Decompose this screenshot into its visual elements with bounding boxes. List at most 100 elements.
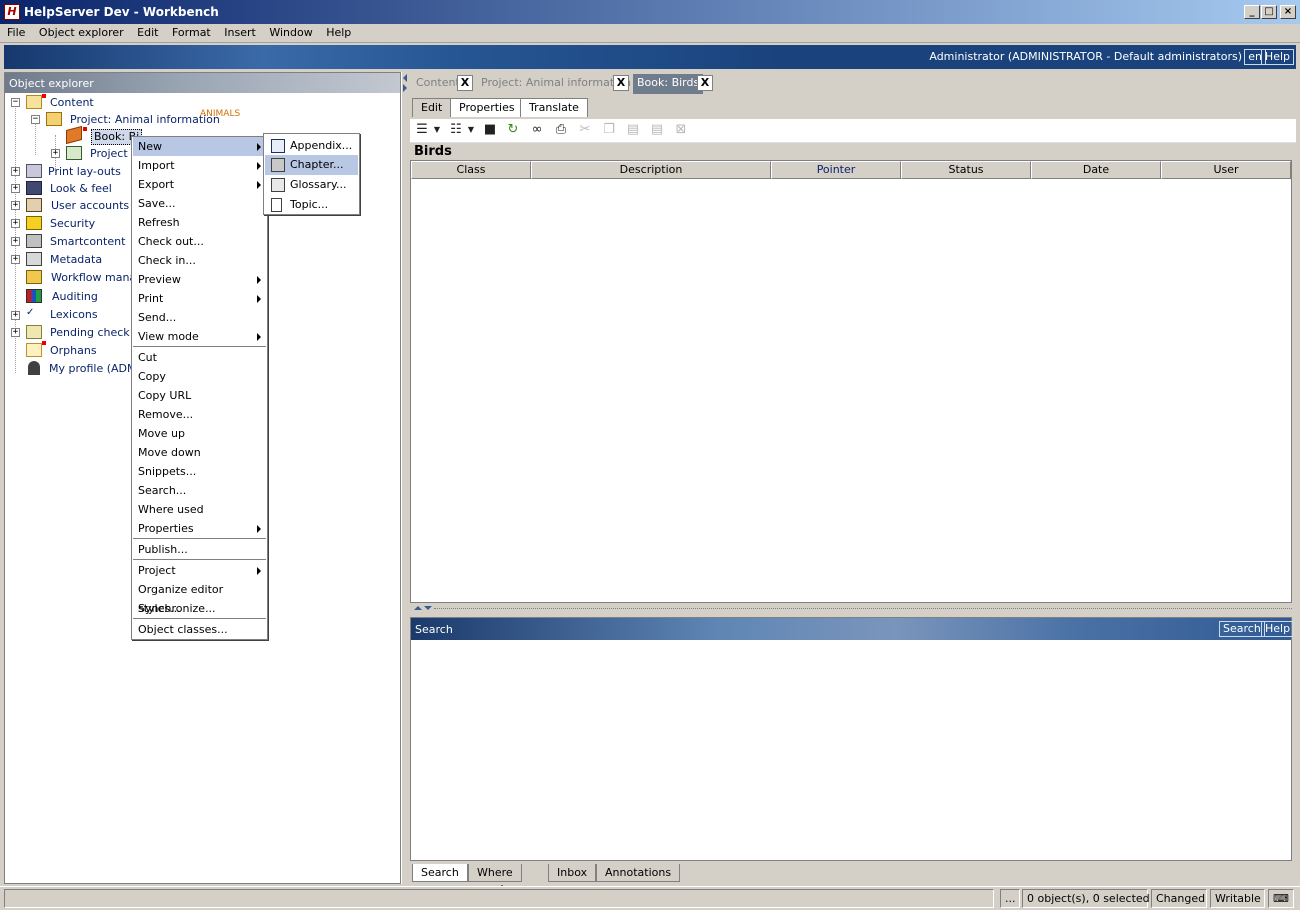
menu-item-check-out[interactable]: Check out... xyxy=(133,232,266,251)
menu-item-project[interactable]: Project xyxy=(133,561,266,580)
tree-node-user-accounts[interactable]: User accounts xyxy=(51,198,129,214)
submenu-item-topic[interactable]: Topic... xyxy=(265,195,358,215)
tree-node-metadata[interactable]: Metadata xyxy=(50,252,102,268)
expand-print-layouts-toggle[interactable]: + xyxy=(11,167,20,176)
menu-item-move-down[interactable]: Move down xyxy=(133,443,266,462)
menu-item-import[interactable]: Import xyxy=(133,156,266,175)
expand-metadata-toggle[interactable]: + xyxy=(11,255,20,264)
menu-window[interactable]: Window xyxy=(264,24,317,42)
close-tab-book-button[interactable]: X xyxy=(697,75,713,91)
close-tab-project-button[interactable]: X xyxy=(613,75,629,91)
menu-item-new[interactable]: New xyxy=(133,137,266,156)
menu-item-remove[interactable]: Remove... xyxy=(133,405,266,424)
submenu-item-appendix[interactable]: Appendix... xyxy=(265,136,358,156)
vertical-splitter[interactable] xyxy=(401,72,409,884)
print-icon[interactable]: ⎙ xyxy=(550,120,572,141)
menu-object-explorer[interactable]: Object explorer xyxy=(34,24,129,42)
menu-item-copy-url[interactable]: Copy URL xyxy=(133,386,266,405)
refresh-icon[interactable]: ↻ xyxy=(502,120,524,141)
menu-item-check-in[interactable]: Check in... xyxy=(133,251,266,270)
tree-node-print-layouts[interactable]: Print lay-outs xyxy=(48,164,121,180)
move-up-icon[interactable]: ▤ xyxy=(622,120,644,141)
menu-file[interactable]: File xyxy=(0,24,30,42)
close-button[interactable]: × xyxy=(1280,5,1296,19)
menu-item-export[interactable]: Export xyxy=(133,175,266,194)
menu-item-preview[interactable]: Preview xyxy=(133,270,266,289)
move-down-icon[interactable]: ▤ xyxy=(646,120,668,141)
tab-translate[interactable]: Translate xyxy=(520,98,588,117)
menu-item-search[interactable]: Search... xyxy=(133,481,266,500)
tab-where-used[interactable]: Where used xyxy=(468,864,522,896)
collapse-project-toggle[interactable]: − xyxy=(31,115,40,124)
tree-node-security[interactable]: Security xyxy=(50,216,95,232)
tree-node-pending[interactable]: Pending check o xyxy=(50,325,140,341)
tree-node-lexicons[interactable]: Lexicons xyxy=(50,307,98,323)
status-more-button[interactable]: ... xyxy=(1000,889,1020,908)
maximize-button[interactable]: □ xyxy=(1261,5,1277,19)
submenu-item-chapter[interactable]: Chapter... xyxy=(265,155,358,175)
menu-item-cut[interactable]: Cut xyxy=(133,348,266,367)
collapse-content-toggle[interactable]: − xyxy=(11,98,20,107)
copy-icon[interactable]: ❐ xyxy=(598,120,620,141)
expand-user-accounts-toggle[interactable]: + xyxy=(11,201,20,210)
menu-item-refresh[interactable]: Refresh xyxy=(133,213,266,232)
expand-look-feel-toggle[interactable]: + xyxy=(11,184,20,193)
column-description[interactable]: Description xyxy=(531,161,771,179)
expand-smartcontent-toggle[interactable]: + xyxy=(11,237,20,246)
column-date[interactable]: Date xyxy=(1031,161,1161,179)
menu-item-properties[interactable]: Properties xyxy=(133,519,266,538)
menu-item-view-mode[interactable]: View mode xyxy=(133,327,266,346)
menu-insert[interactable]: Insert xyxy=(219,24,261,42)
list-view-icon[interactable]: ☰ xyxy=(411,120,433,141)
tab-annotations[interactable]: Annotations xyxy=(596,864,681,882)
menu-item-organize-styles[interactable]: Organize editor styles... xyxy=(133,580,266,615)
menu-item-where-used[interactable]: Where used xyxy=(133,500,266,519)
close-tab-content-button[interactable]: X xyxy=(457,75,473,91)
column-class[interactable]: Class xyxy=(411,161,531,179)
tree-node-auditing[interactable]: Auditing xyxy=(52,289,98,305)
minimize-button[interactable]: _ xyxy=(1244,5,1260,19)
expand-pending-toggle[interactable]: + xyxy=(11,328,20,337)
tree-node-workflow[interactable]: Workflow manag xyxy=(51,270,143,286)
expand-project-g-toggle[interactable]: + xyxy=(51,149,60,158)
tab-search[interactable]: Search xyxy=(412,864,468,882)
tab-edit[interactable]: Edit xyxy=(412,98,452,117)
collapse-up-icon[interactable] xyxy=(414,606,422,610)
keyboard-icon[interactable]: ⌨ xyxy=(1268,889,1294,908)
tree-node-project-animal[interactable]: Project: Animal information xyxy=(70,112,220,128)
chevron-down-icon[interactable]: ▼ xyxy=(465,120,477,141)
column-pointer[interactable]: Pointer xyxy=(771,161,901,179)
menu-help[interactable]: Help xyxy=(321,24,356,42)
outline-view-icon[interactable]: ☷ xyxy=(445,120,467,141)
tab-book-birds[interactable]: Book: Birds xyxy=(633,74,704,94)
menu-item-print[interactable]: Print xyxy=(133,289,266,308)
preview-glasses-icon[interactable]: ∞ xyxy=(526,120,548,141)
tree-node-smartcontent[interactable]: Smartcontent xyxy=(50,234,125,250)
collapse-left-icon[interactable] xyxy=(403,74,407,82)
menu-item-save[interactable]: Save... xyxy=(133,194,266,213)
banner-help-button[interactable]: Help xyxy=(1260,49,1294,65)
tree-node-content[interactable]: Content xyxy=(50,95,94,111)
cut-icon[interactable]: ✂ xyxy=(574,120,596,141)
menu-item-move-up[interactable]: Move up xyxy=(133,424,266,443)
expand-down-icon[interactable] xyxy=(424,606,432,610)
tab-inbox[interactable]: Inbox xyxy=(548,864,597,882)
chevron-down-icon[interactable]: ▼ xyxy=(431,120,443,141)
menu-item-object-classes[interactable]: Object classes... xyxy=(133,620,266,639)
horizontal-splitter[interactable] xyxy=(410,604,1296,614)
tab-properties[interactable]: Properties xyxy=(450,98,524,117)
tree-node-look-feel[interactable]: Look & feel xyxy=(50,181,112,197)
search-help-button[interactable]: Help xyxy=(1261,621,1295,637)
delete-icon[interactable]: ⊠ xyxy=(670,120,692,141)
menu-item-synchronize[interactable]: Synchronize... xyxy=(133,599,266,618)
submenu-item-glossary[interactable]: Glossary... xyxy=(265,175,358,195)
menu-item-snippets[interactable]: Snippets... xyxy=(133,462,266,481)
tab-content[interactable]: Content xyxy=(412,74,464,94)
column-user[interactable]: User xyxy=(1161,161,1291,179)
menu-item-publish[interactable]: Publish... xyxy=(133,540,266,559)
tree-node-orphans[interactable]: Orphans xyxy=(50,343,97,359)
save-icon[interactable]: ■ xyxy=(479,120,501,141)
expand-security-toggle[interactable]: + xyxy=(11,219,20,228)
menu-format[interactable]: Format xyxy=(167,24,216,42)
expand-left-icon[interactable] xyxy=(403,84,407,92)
